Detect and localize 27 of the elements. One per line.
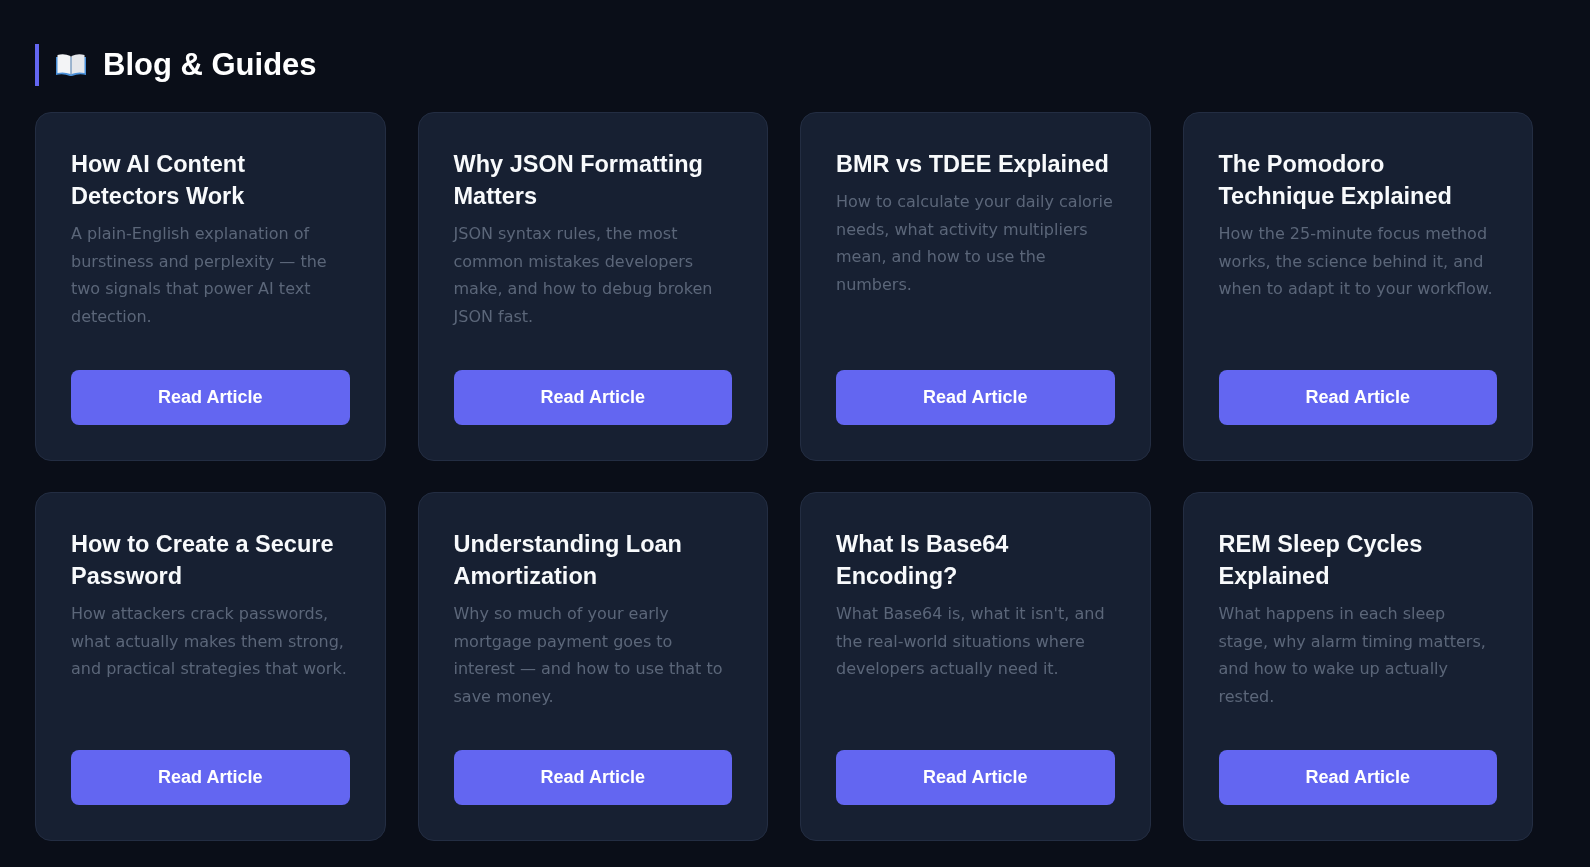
accent-bar: [35, 44, 39, 86]
read-article-button[interactable]: Read Article: [1218, 750, 1497, 805]
read-article-button[interactable]: Read Article: [836, 370, 1115, 425]
article-title: How AI Content Detectors Work: [71, 150, 247, 211]
article-title: What Is Base64 Encoding?: [836, 530, 1010, 591]
read-article-button[interactable]: Read Article: [1218, 370, 1497, 425]
article-title: Understanding Loan Amortization: [453, 530, 683, 591]
read-article-button[interactable]: Read Article: [71, 750, 350, 805]
article-description: How attackers crack passwords, what actually makes them strong, and practical strategies that work.: [71, 603, 348, 680]
article-description: What Base64 is, what it isn't, and the real-world situations where developers actually need it.: [836, 603, 1106, 680]
article-description: A plain-English explanation of burstiness and perplexity — the two signals that power AI text detection.: [71, 223, 328, 328]
article-title: Why JSON Formatting Matters: [453, 150, 704, 211]
read-article-button[interactable]: Read Article: [71, 370, 350, 425]
article-description: Why so much of your early mortgage payment goes to interest — and how to use that to save money.: [453, 603, 724, 708]
section-title: Blog & Guides: [103, 46, 317, 84]
article-description: What happens in each sleep stage, why alarm timing matters, and how to wake up actually rested.: [1218, 603, 1487, 708]
article-title: How to Create a Secure Password: [71, 530, 335, 591]
article-description: JSON syntax rules, the most common mistakes developers make, and how to debug broken JSON fast.: [453, 223, 714, 328]
article-title: REM Sleep Cycles Explained: [1218, 530, 1424, 591]
read-article-button[interactable]: Read Article: [453, 370, 732, 425]
article-description: How the 25-minute focus method works, the science behind it, and when to adapt it to your workflow.: [1218, 223, 1494, 300]
article-title: BMR vs TDEE Explained: [836, 150, 1110, 179]
read-article-button[interactable]: Read Article: [453, 750, 732, 805]
article-title: The Pomodoro Technique Explained: [1218, 150, 1453, 211]
read-article-button[interactable]: Read Article: [836, 750, 1115, 805]
open-book-icon: [55, 52, 87, 78]
article-description: How to calculate your daily calorie needs, what activity multipliers mean, and how to use the numbers.: [836, 191, 1114, 296]
